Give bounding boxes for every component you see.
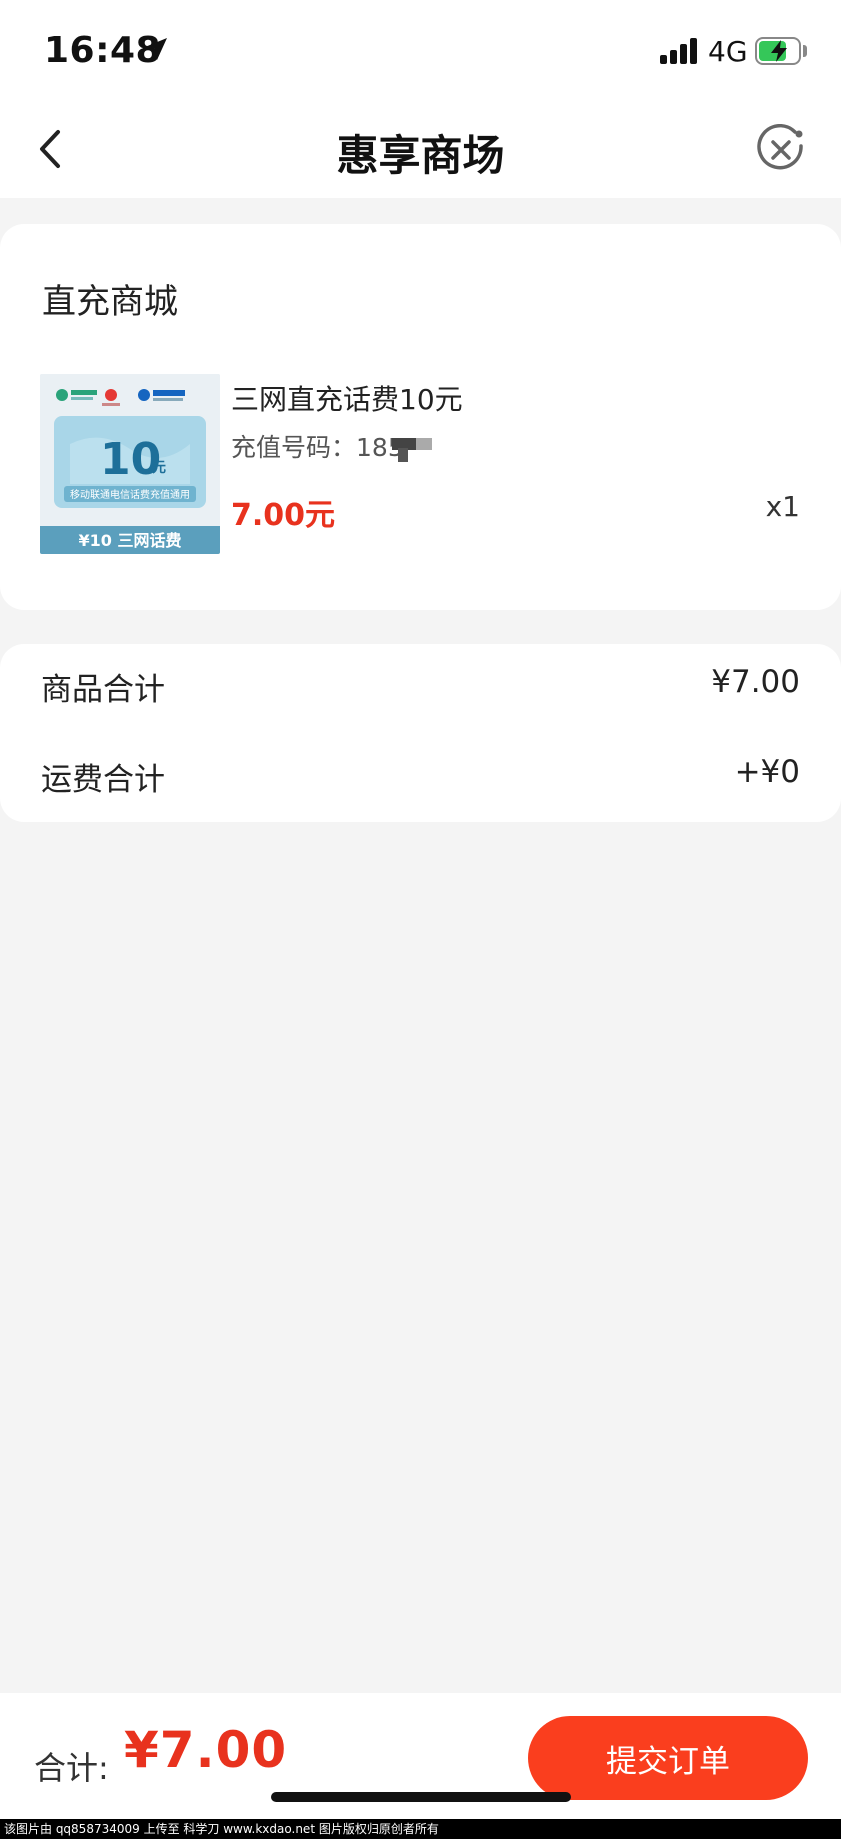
close-circle-icon[interactable]: [755, 124, 807, 176]
phone-card-illustration: 10 元 移动联通电信话费充值通用 ¥10 三网话费: [40, 374, 220, 554]
shipping-total-row: 运费合计 +¥0: [41, 754, 800, 804]
product-name: 三网直充话费10元: [231, 383, 463, 416]
nav-bar: 惠享商场: [0, 100, 841, 198]
goods-total-value: ¥7.00: [711, 664, 800, 700]
shipping-total-label: 运费合计: [41, 762, 165, 798]
card-banner: ¥10 三网话费: [79, 531, 182, 550]
network-type: 4G: [708, 35, 748, 68]
status-bar: 16:48 4G: [0, 0, 841, 100]
signal-icon: [660, 38, 698, 64]
product-image[interactable]: 10 元 移动联通电信话费充值通用 ¥10 三网话费: [40, 374, 220, 554]
recharge-label: 充值号码：: [231, 433, 357, 462]
item-price: 7.00元: [231, 498, 336, 533]
battery-charging-icon: [755, 37, 801, 65]
total-label: 合计:: [34, 1749, 109, 1787]
location-arrow-icon: [145, 38, 167, 60]
card-face-unit: 元: [152, 460, 166, 476]
store-card: 直充商城 10 元 移动联通电信话费充值通用 ¥10 三网话费 三网直充话费10…: [0, 224, 841, 610]
submit-order-button[interactable]: 提交订单: [528, 1716, 808, 1800]
goods-total-label: 商品合计: [41, 672, 165, 708]
recharge-number-row: 充值号码：185: [231, 428, 404, 464]
page-title: 惠享商场: [336, 131, 505, 180]
china-telecom-logo: [138, 389, 150, 401]
goods-total-row: 商品合计 ¥7.00: [41, 664, 800, 714]
china-unicom-logo: [105, 389, 117, 401]
store-title: 直充商城: [42, 282, 178, 322]
total-value: ¥7.00: [124, 1721, 288, 1779]
redaction-mask: [392, 438, 432, 462]
battery-tip: [803, 45, 807, 57]
watermark-footer: 该图片由 qq858734009 上传至 科学刀 www.kxdao.net 图…: [0, 1819, 841, 1839]
shipping-total-value: +¥0: [734, 754, 800, 790]
card-caption: 移动联通电信话费充值通用: [70, 488, 190, 501]
china-mobile-logo: [56, 389, 68, 401]
summary-card: 商品合计 ¥7.00 运费合计 +¥0: [0, 644, 841, 822]
home-indicator[interactable]: [271, 1792, 571, 1802]
item-quantity: x1: [765, 490, 800, 523]
